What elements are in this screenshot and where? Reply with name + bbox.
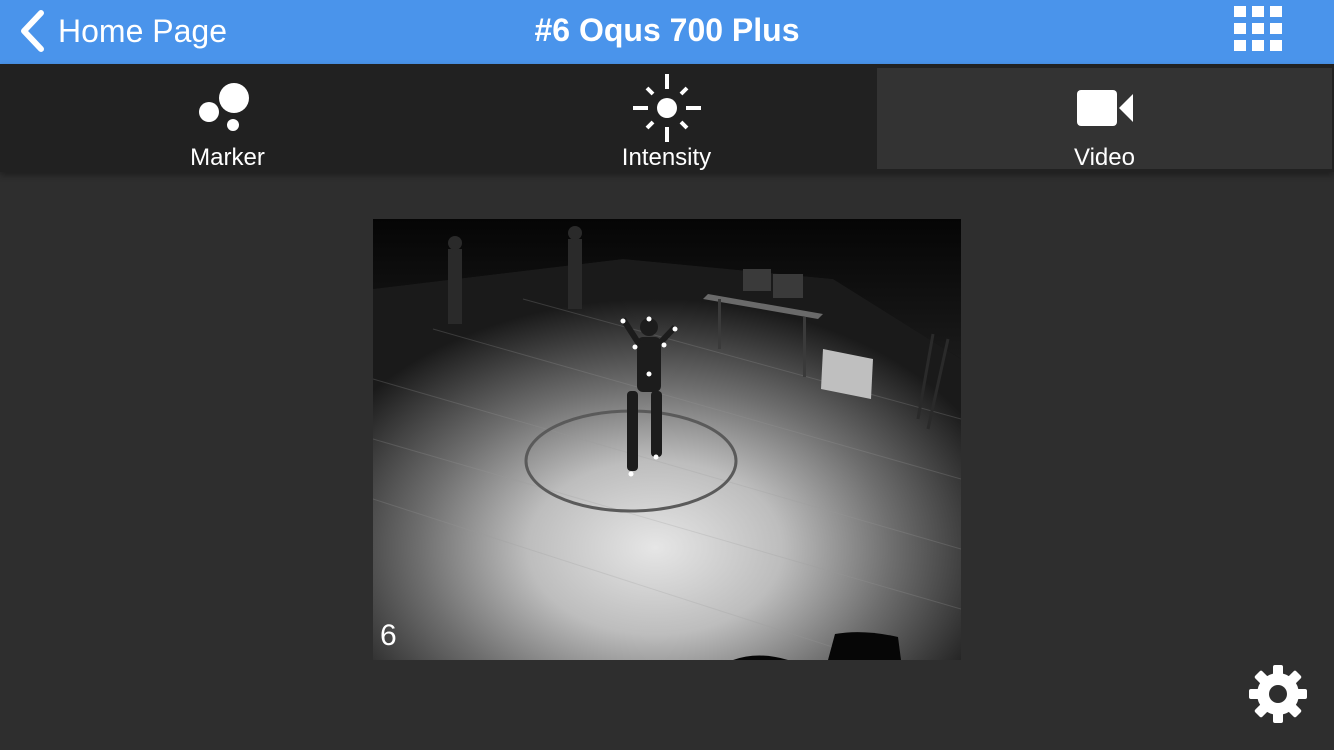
back-button[interactable]: Home Page [18, 6, 227, 56]
chevron-left-icon [18, 10, 46, 52]
video-camera-icon [877, 78, 1332, 138]
settings-button[interactable] [1246, 662, 1310, 726]
tab-video[interactable]: Video [877, 68, 1332, 171]
tab-marker-label: Marker [190, 144, 265, 171]
grid-icon [1232, 6, 1284, 62]
back-button-label: Home Page [58, 12, 227, 49]
tab-video-label: Video [1074, 144, 1135, 171]
camera-video-preview[interactable]: 6 [373, 219, 961, 660]
view-mode-tab-bar: Marker Intensity Video [0, 64, 1334, 172]
marker-dots-icon [0, 78, 455, 138]
navigation-bar: Home Page #6 Oqus 700 Plus [0, 0, 1334, 64]
grid-view-button[interactable] [1232, 6, 1284, 58]
camera-number-label: 6 [380, 619, 397, 652]
tab-intensity[interactable]: Intensity [439, 68, 894, 171]
intensity-sun-icon [439, 74, 894, 142]
tab-marker[interactable]: Marker [0, 68, 455, 171]
gear-icon [1246, 665, 1310, 730]
tab-intensity-label: Intensity [621, 144, 712, 171]
camera-scene-image [373, 219, 961, 660]
